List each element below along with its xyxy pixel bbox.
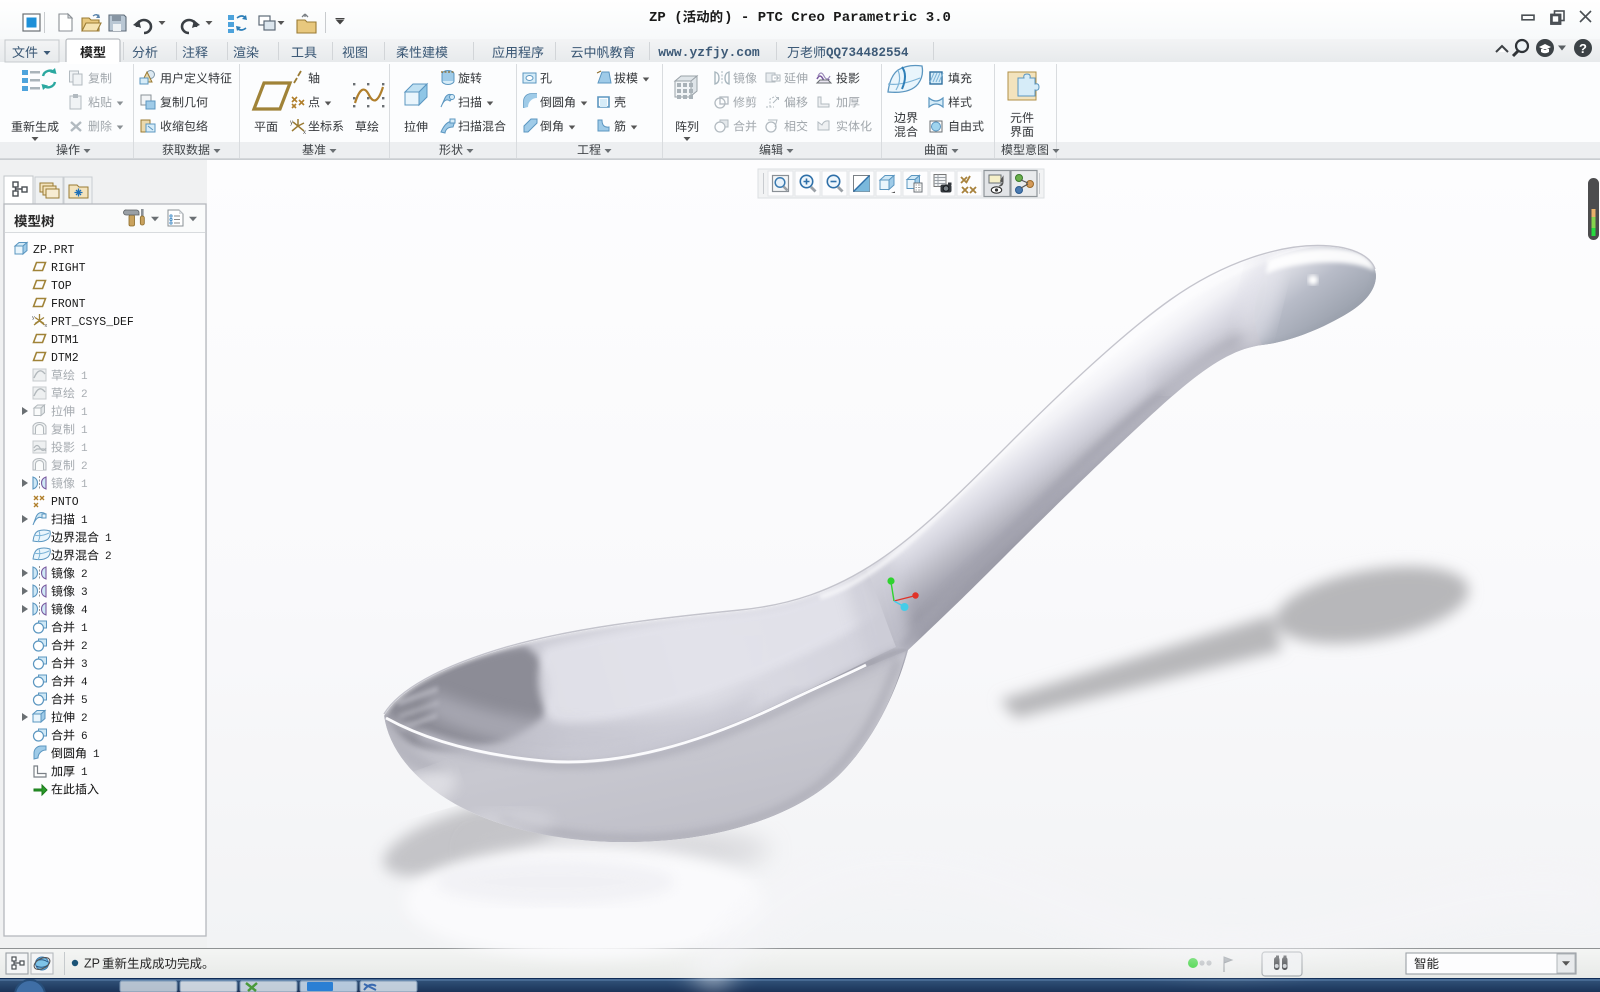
svg-text:FRONT: FRONT (51, 298, 86, 311)
svg-text:3: 3 (81, 587, 88, 599)
svg-text:x: x (45, 323, 48, 329)
svg-text:1: 1 (81, 425, 88, 437)
svg-text:1: 1 (105, 533, 112, 545)
svg-text:1: 1 (81, 479, 88, 491)
svg-text:5: 5 (81, 695, 88, 707)
svg-text:y: y (290, 120, 293, 126)
svg-text:1: 1 (81, 623, 88, 635)
svg-text:x: x (303, 130, 306, 136)
svg-text:2: 2 (81, 389, 88, 401)
svg-text:4: 4 (81, 677, 88, 689)
svg-text:2: 2 (81, 569, 88, 581)
svg-text:2: 2 (105, 551, 112, 563)
svg-text:3: 3 (81, 659, 88, 671)
svg-text:1: 1 (81, 371, 88, 383)
svg-text:?: ? (1579, 41, 1587, 56)
svg-text:2: 2 (81, 461, 88, 473)
svg-text:ZP: ZP (84, 957, 100, 971)
svg-text:1: 1 (81, 443, 88, 455)
svg-text:1: 1 (81, 767, 88, 779)
svg-text:1: 1 (81, 515, 88, 527)
svg-text:TOP: TOP (51, 280, 72, 293)
svg-text:2: 2 (81, 713, 88, 725)
svg-text:DTM2: DTM2 (51, 352, 79, 365)
svg-text:1: 1 (93, 749, 100, 761)
svg-text:2: 2 (81, 641, 88, 653)
svg-text:www.yzfjy.com: www.yzfjy.com (658, 45, 760, 60)
svg-text:y: y (32, 315, 35, 321)
svg-text:ZP.PRT: ZP.PRT (33, 244, 75, 257)
svg-text:1: 1 (81, 407, 88, 419)
svg-text:DTM1: DTM1 (51, 334, 79, 347)
svg-text:PRT_CSYS_DEF: PRT_CSYS_DEF (51, 316, 134, 329)
svg-text:PNTO: PNTO (51, 496, 79, 509)
svg-text:QQ734482554: QQ734482554 (826, 46, 909, 60)
svg-text:) - PTC Creo Parametric 3.0: ) - PTC Creo Parametric 3.0 (724, 10, 951, 26)
svg-text:4: 4 (81, 605, 88, 617)
svg-text:6: 6 (81, 731, 88, 743)
svg-text:ZP (: ZP ( (649, 10, 683, 26)
svg-text:RIGHT: RIGHT (51, 262, 86, 275)
